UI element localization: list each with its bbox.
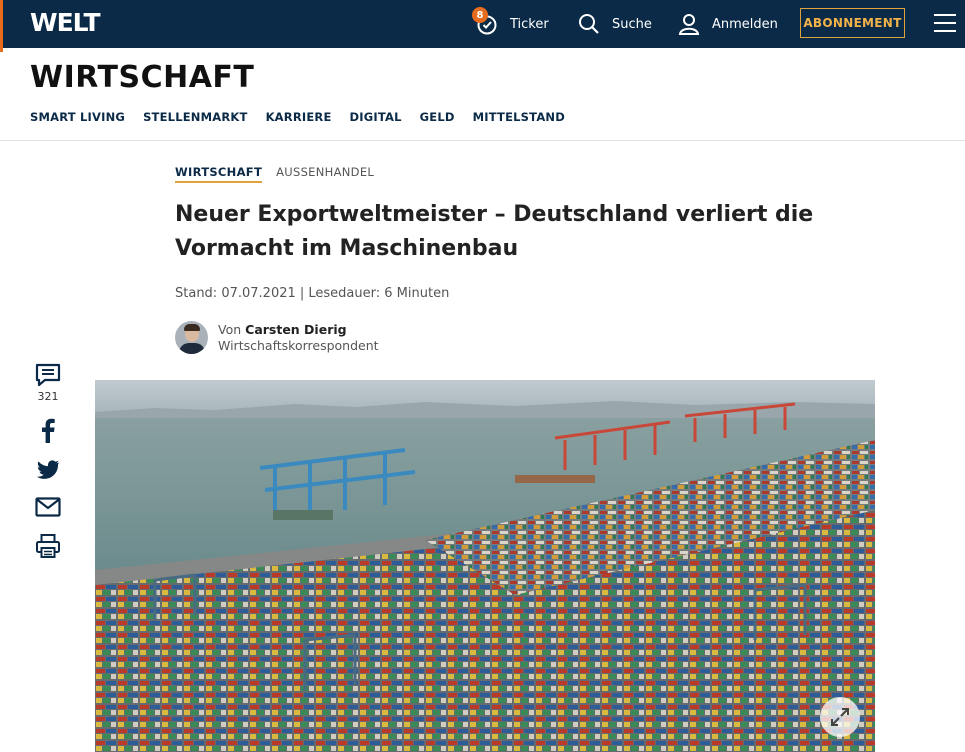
hamburger-menu-icon[interactable]	[934, 14, 956, 34]
login-button[interactable]: Anmelden	[678, 0, 778, 48]
author-text: Von Carsten Dierig Wirtschaftskorrespond…	[218, 322, 379, 354]
divider	[0, 140, 965, 141]
section-title[interactable]: WIRTSCHAFT	[30, 60, 254, 95]
comment-count[interactable]: 321	[38, 390, 59, 403]
subnav-digital[interactable]: DIGITAL	[350, 110, 402, 124]
author-name[interactable]: Carsten Dierig	[245, 322, 346, 337]
author-role: Wirtschaftskorrespondent	[218, 337, 379, 353]
author-prefix: Von	[218, 321, 242, 337]
search-icon	[579, 14, 599, 34]
top-bar: WELT 8 Ticker Suche Anmelden ABONNEMENT	[0, 0, 965, 52]
share-rail: 321	[33, 362, 63, 575]
comment-icon[interactable]	[35, 362, 61, 388]
article-meta: Stand: 07.07.2021 | Lesedauer: 6 Minuten	[175, 286, 450, 301]
expand-icon	[831, 708, 849, 726]
subnav-smart-living[interactable]: SMART LIVING	[30, 110, 125, 124]
ticker-label: Ticker	[510, 16, 549, 32]
welt-logo[interactable]: WELT	[30, 8, 100, 37]
subnav-stellenmarkt[interactable]: STELLENMARKT	[143, 110, 247, 124]
facebook-icon[interactable]	[36, 417, 60, 443]
print-icon[interactable]	[35, 533, 61, 559]
article-headline: Neuer Exportweltmeister – Deutschland ve…	[175, 202, 814, 261]
kicker-wirtschaft-link[interactable]: WIRTSCHAFT	[175, 165, 263, 183]
ticker-button[interactable]: 8 Ticker	[472, 0, 549, 48]
article-kicker: WIRTSCHAFT AUSSENHANDEL	[175, 165, 374, 183]
search-label: Suche	[612, 16, 652, 32]
subnav-mittelstand[interactable]: MITTELSTAND	[473, 110, 565, 124]
subnav-karriere[interactable]: KARRIERE	[266, 110, 332, 124]
accent-edge	[0, 0, 3, 52]
subscribe-button[interactable]: ABONNEMENT	[800, 8, 905, 38]
subnav-geld[interactable]: GELD	[420, 110, 455, 124]
author-avatar[interactable]	[175, 321, 208, 354]
login-label: Anmelden	[712, 16, 778, 32]
hero-image[interactable]	[95, 380, 875, 752]
container-port-photo	[95, 380, 875, 752]
expand-image-button[interactable]	[820, 697, 860, 737]
search-button[interactable]: Suche	[578, 0, 652, 48]
ticker-badge: 8	[472, 7, 488, 23]
email-icon[interactable]	[35, 497, 61, 517]
user-icon	[678, 14, 700, 35]
author-box[interactable]: Von Carsten Dierig Wirtschaftskorrespond…	[175, 321, 379, 354]
section-subnav: SMART LIVING STELLENMARKT KARRIERE DIGIT…	[30, 110, 565, 124]
kicker-aussenhandel-link[interactable]: AUSSENHANDEL	[276, 165, 374, 183]
twitter-icon[interactable]	[36, 459, 60, 481]
